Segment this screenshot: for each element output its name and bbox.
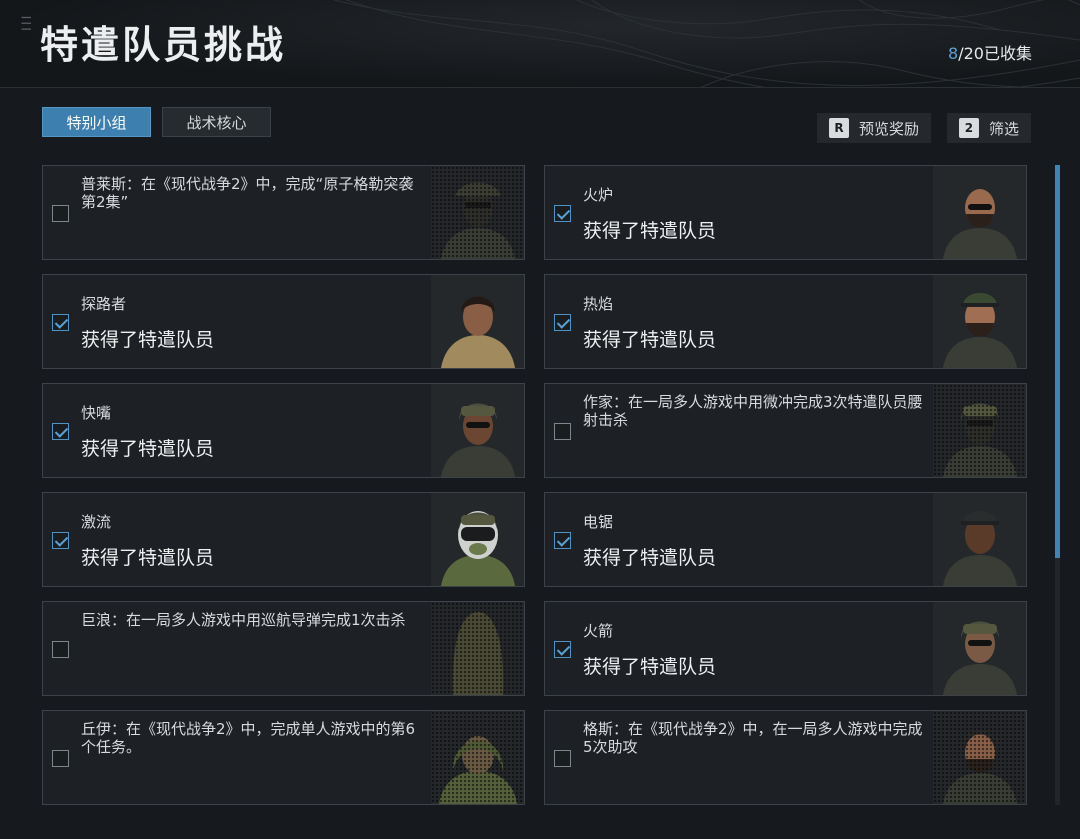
operator-status: 获得了特遣队员 [81, 438, 215, 460]
operator-card[interactable]: 丘伊：在《现代战争2》中，完成单人游戏中的第6个任务。 [42, 710, 525, 805]
operator-card[interactable]: 格斯：在《现代战争2》中，在一局多人游戏中完成5次助攻 [544, 710, 1027, 805]
checked-checkbox-icon [52, 314, 69, 331]
operator-card[interactable]: 作家：在一局多人游戏中用微冲完成3次特遣队员腰射击杀 [544, 383, 1027, 478]
operator-bearded-cap-portrait [933, 275, 1026, 368]
challenge-description: 格斯：在《现代战争2》中，在一局多人游戏中完成5次助攻 [583, 720, 923, 756]
operator-pilot-helmet-portrait [431, 493, 524, 586]
action-bar: R 预览奖励 2 筛选 [816, 113, 1031, 143]
operator-name: 电锯 [583, 513, 614, 531]
operator-boonie-hat-portrait [431, 166, 524, 259]
operator-name: 激流 [81, 513, 112, 531]
preview-rewards-label: 预览奖励 [858, 119, 919, 138]
operator-status: 获得了特遣队员 [583, 220, 717, 242]
filter-button[interactable]: 2 筛选 [946, 113, 1031, 143]
operator-card[interactable]: 普莱斯：在《现代战争2》中，完成“原子格勒突袭第2集” [42, 165, 525, 260]
operator-name: 快嘴 [81, 404, 112, 422]
operator-card[interactable]: 热焰 获得了特遣队员 [544, 274, 1027, 369]
unchecked-checkbox-icon [52, 750, 69, 767]
operator-helmet-mask-portrait [933, 602, 1026, 695]
operator-name: 火箭 [583, 622, 614, 640]
checked-checkbox-icon [52, 423, 69, 440]
checked-checkbox-icon [554, 532, 571, 549]
operator-name: 热焰 [583, 295, 614, 313]
challenge-description: 巨浪：在一局多人游戏中用巡航导弹完成1次击杀 [81, 611, 406, 629]
tab-special-team[interactable]: 特别小组 [42, 107, 151, 137]
operator-ghillie-portrait [431, 602, 524, 695]
operator-card[interactable]: 激流 获得了特遣队员 [42, 492, 525, 587]
operator-status: 获得了特遣队员 [81, 329, 215, 351]
unchecked-checkbox-icon [554, 750, 571, 767]
unchecked-checkbox-icon [554, 423, 571, 440]
collected-total: /20已收集 [958, 44, 1032, 63]
operator-card[interactable]: 火炉 获得了特遣队员 [544, 165, 1027, 260]
operator-helmet-sunglasses-portrait [431, 384, 524, 477]
scrollbar[interactable] [1055, 165, 1060, 805]
operator-status: 获得了特遣队员 [583, 547, 717, 569]
scrollbar-thumb[interactable] [1055, 165, 1060, 558]
operator-camo-hood-portrait [431, 711, 524, 804]
unchecked-checkbox-icon [52, 641, 69, 658]
operator-name: 火炉 [583, 186, 614, 204]
key-2-icon: 2 [958, 118, 979, 138]
checked-checkbox-icon [554, 641, 571, 658]
operator-card[interactable]: 巨浪：在一局多人游戏中用巡航导弹完成1次击杀 [42, 601, 525, 696]
challenge-description: 作家：在一局多人游戏中用微冲完成3次特遣队员腰射击杀 [583, 393, 923, 429]
header-side-mark: ┃┃┃ [22, 14, 31, 32]
operator-female-cap-portrait [933, 493, 1026, 586]
page-header: ┃┃┃ 特遣队员挑战 8/20已收集 [0, 0, 1080, 88]
operator-headset-beard-portrait [933, 711, 1026, 804]
collection-counter: 8/20已收集 [948, 40, 1032, 64]
operator-female-scarf-portrait [431, 275, 524, 368]
unchecked-checkbox-icon [52, 205, 69, 222]
tab-bar: 特别小组 战术核心 [42, 107, 271, 137]
operator-card[interactable]: 探路者获得了特遣队员 [42, 274, 525, 369]
operator-status: 获得了特遣队员 [583, 329, 717, 351]
tab-tactical-core[interactable]: 战术核心 [162, 107, 271, 137]
checked-checkbox-icon [554, 205, 571, 222]
key-r-icon: R [828, 118, 849, 138]
filter-label: 筛选 [988, 119, 1019, 138]
operator-challenge-grid: 普莱斯：在《现代战争2》中，完成“原子格勒突袭第2集” 火炉 获得了特遣队员 探路者获… [42, 165, 1027, 805]
operator-status: 获得了特遣队员 [81, 547, 215, 569]
operator-status: 获得了特遣队员 [583, 656, 717, 678]
operator-card[interactable]: 火箭 获得了特遣队员 [544, 601, 1027, 696]
challenge-description: 丘伊：在《现代战争2》中，完成单人游戏中的第6个任务。 [81, 720, 416, 756]
operator-bearded-sunglasses-portrait [933, 166, 1026, 259]
checked-checkbox-icon [554, 314, 571, 331]
operator-masked-helmet-portrait [933, 384, 1026, 477]
page-title: 特遣队员挑战 [40, 23, 287, 67]
preview-rewards-button[interactable]: R 预览奖励 [816, 113, 931, 143]
operator-card[interactable]: 电锯 获得了特遣队员 [544, 492, 1027, 587]
operator-name: 探路者 [81, 295, 127, 313]
collected-count: 8 [948, 44, 959, 63]
operator-card[interactable]: 快嘴 获得了特遣队员 [42, 383, 525, 478]
challenge-description: 普莱斯：在《现代战争2》中，完成“原子格勒突袭第2集” [81, 175, 414, 211]
checked-checkbox-icon [52, 532, 69, 549]
